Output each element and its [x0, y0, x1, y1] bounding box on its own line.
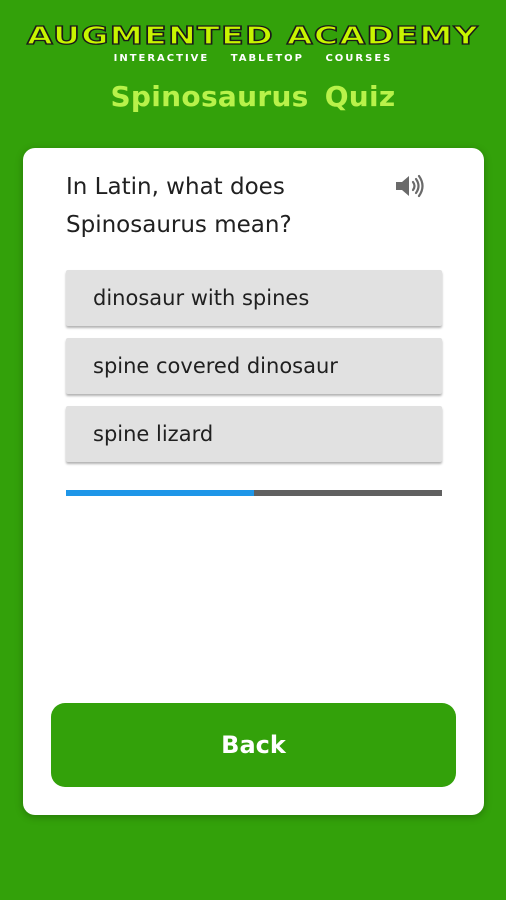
progress-bar — [66, 490, 442, 496]
brand-header: AUGMENTED ACADEMY INTERACTIVE TABLETOP C… — [0, 20, 506, 64]
brand-logo: AUGMENTED ACADEMY — [26, 20, 479, 50]
back-button[interactable]: Back — [51, 703, 456, 787]
brand-title: AUGMENTED ACADEMY — [27, 21, 479, 50]
progress-fill — [66, 490, 254, 496]
quiz-card: In Latin, what does Spinosaurus mean? di… — [23, 148, 484, 815]
answer-option-1[interactable]: dinosaur with spines — [66, 270, 442, 326]
speaker-icon[interactable] — [394, 173, 426, 199]
brand-subtitle: INTERACTIVE TABLETOP COURSES — [113, 53, 393, 64]
page-title: Spinosaurus Quiz — [110, 80, 396, 113]
answer-option-3[interactable]: spine lizard — [66, 406, 442, 462]
answer-option-2[interactable]: spine covered dinosaur — [66, 338, 442, 394]
question-text: In Latin, what does Spinosaurus mean? — [66, 174, 292, 238]
